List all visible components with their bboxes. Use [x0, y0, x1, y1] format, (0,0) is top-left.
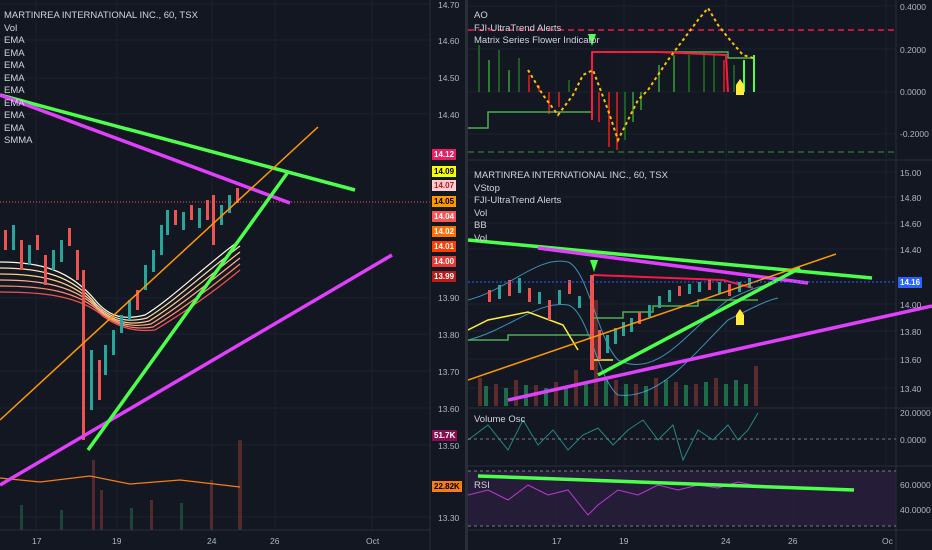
ao-axis-label: 0.0000	[900, 87, 926, 97]
legend-symbol: MARTINREA INTERNATIONAL INC., 60, TSX	[474, 170, 668, 181]
volosc-legend: Volume Osc	[474, 414, 526, 425]
right-time-label: Oc	[882, 536, 893, 546]
main-up-arrow	[736, 309, 744, 325]
legend-fji: FJI-UltraTrend Alerts	[474, 22, 562, 34]
left-axis-label: 13.60	[438, 404, 460, 414]
left-time-label: 24	[207, 536, 217, 546]
legend-ema-1: EMA	[4, 35, 25, 46]
price-tag: 13.99	[432, 271, 457, 282]
legend-vol: Vol	[4, 22, 18, 34]
left-chart-legend: MARTINREA INTERNATIONAL INC., 60, TSX Vo…	[4, 10, 198, 148]
main-legend: MARTINREA INTERNATIONAL INC., 60, TSX VS…	[474, 170, 668, 245]
left-axis-label: 13.70	[438, 367, 460, 377]
main-axis-label: 13.60	[900, 355, 922, 365]
main-axis-label: 14.40	[900, 245, 922, 255]
left-time-label: Oct	[366, 536, 380, 546]
legend-ema-3: EMA	[4, 60, 25, 71]
legend-ema-8: EMA	[4, 122, 25, 134]
price-tag: 14.12	[432, 149, 457, 160]
right-chart-canvas[interactable]	[468, 0, 932, 550]
left-time-label: 26	[270, 536, 280, 546]
left-axis-label: 14.50	[438, 73, 460, 83]
right-time-label: 17	[552, 536, 562, 546]
price-tag: 14.00	[432, 256, 457, 267]
main-axis-label: 14.60	[900, 219, 922, 229]
legend-ema-2: EMA	[4, 47, 25, 59]
legend-ao: AO	[474, 10, 488, 21]
price-tag: 14.02	[432, 226, 457, 237]
left-axis-label: 14.60	[438, 36, 460, 46]
left-axis-label: 14.40	[438, 110, 460, 120]
main-axis-label: 13.40	[900, 384, 922, 394]
price-tag: 14.07	[432, 180, 457, 191]
main-down-arrow	[590, 260, 598, 272]
price-tag: 14.09	[432, 166, 457, 177]
legend-fji: FJI-UltraTrend Alerts	[474, 195, 562, 206]
right-time-label: 26	[788, 536, 798, 546]
price-tag: 14.04	[432, 211, 457, 222]
rsi-legend: RSI	[474, 480, 490, 491]
legend-vstop: VStop	[474, 182, 500, 194]
volosc-axis-label: 20.0000	[900, 408, 931, 418]
main-axis-label: 14.00	[900, 300, 922, 310]
main-axis-label: 13.80	[900, 327, 922, 337]
legend-smma: SMMA	[4, 135, 33, 146]
main-axis-label: 15.00	[900, 168, 922, 178]
legend-vol-2: Vol	[474, 232, 488, 244]
legend-matrix: Matrix Series Flower Indicator	[474, 35, 600, 46]
legend-ema-5: EMA	[4, 85, 25, 96]
rsi-axis-label: 60.0000	[900, 480, 931, 490]
volosc-axis-label: 0.0000	[900, 435, 926, 445]
ao-axis-label: 0.4000	[900, 2, 926, 12]
right-time-label: 24	[721, 536, 731, 546]
left-axis-label: 13.50	[438, 441, 460, 451]
legend-symbol: MARTINREA INTERNATIONAL INC., 60, TSX	[4, 10, 198, 21]
ao-axis-label: -0.2000	[900, 129, 929, 139]
left-time-label: 17	[32, 536, 42, 546]
price-tag: 22.82K	[432, 481, 462, 492]
ao-legend: AO FJI-UltraTrend Alerts Matrix Series F…	[474, 10, 600, 48]
legend-vol: Vol	[474, 207, 488, 219]
legend-ema-6: EMA	[4, 97, 25, 109]
left-chart-pane[interactable]: MARTINREA INTERNATIONAL INC., 60, TSX Vo…	[0, 0, 465, 550]
left-time-label: 19	[112, 536, 122, 546]
left-axis-label: 14.70	[438, 0, 460, 10]
price-tag: 14.05	[432, 196, 457, 207]
ao-axis-label: 0.2000	[900, 45, 926, 55]
ao-up-arrow	[736, 79, 744, 95]
price-tag: 14.01	[432, 241, 457, 252]
legend-ema-7: EMA	[4, 110, 25, 121]
left-axis-label: 13.30	[438, 513, 460, 523]
legend-bb: BB	[474, 220, 487, 231]
left-axis-label: 13.90	[438, 293, 460, 303]
legend-ema-4: EMA	[4, 72, 25, 84]
main-price-tag: 14.16	[898, 277, 923, 288]
main-axis-label: 14.80	[900, 193, 922, 203]
left-axis-label: 13.80	[438, 330, 460, 340]
right-time-label: 19	[619, 536, 629, 546]
rsi-axis-label: 40.0000	[900, 505, 931, 515]
price-tag: 51.7K	[432, 430, 458, 441]
right-chart-pane[interactable]: AO FJI-UltraTrend Alerts Matrix Series F…	[468, 0, 932, 550]
